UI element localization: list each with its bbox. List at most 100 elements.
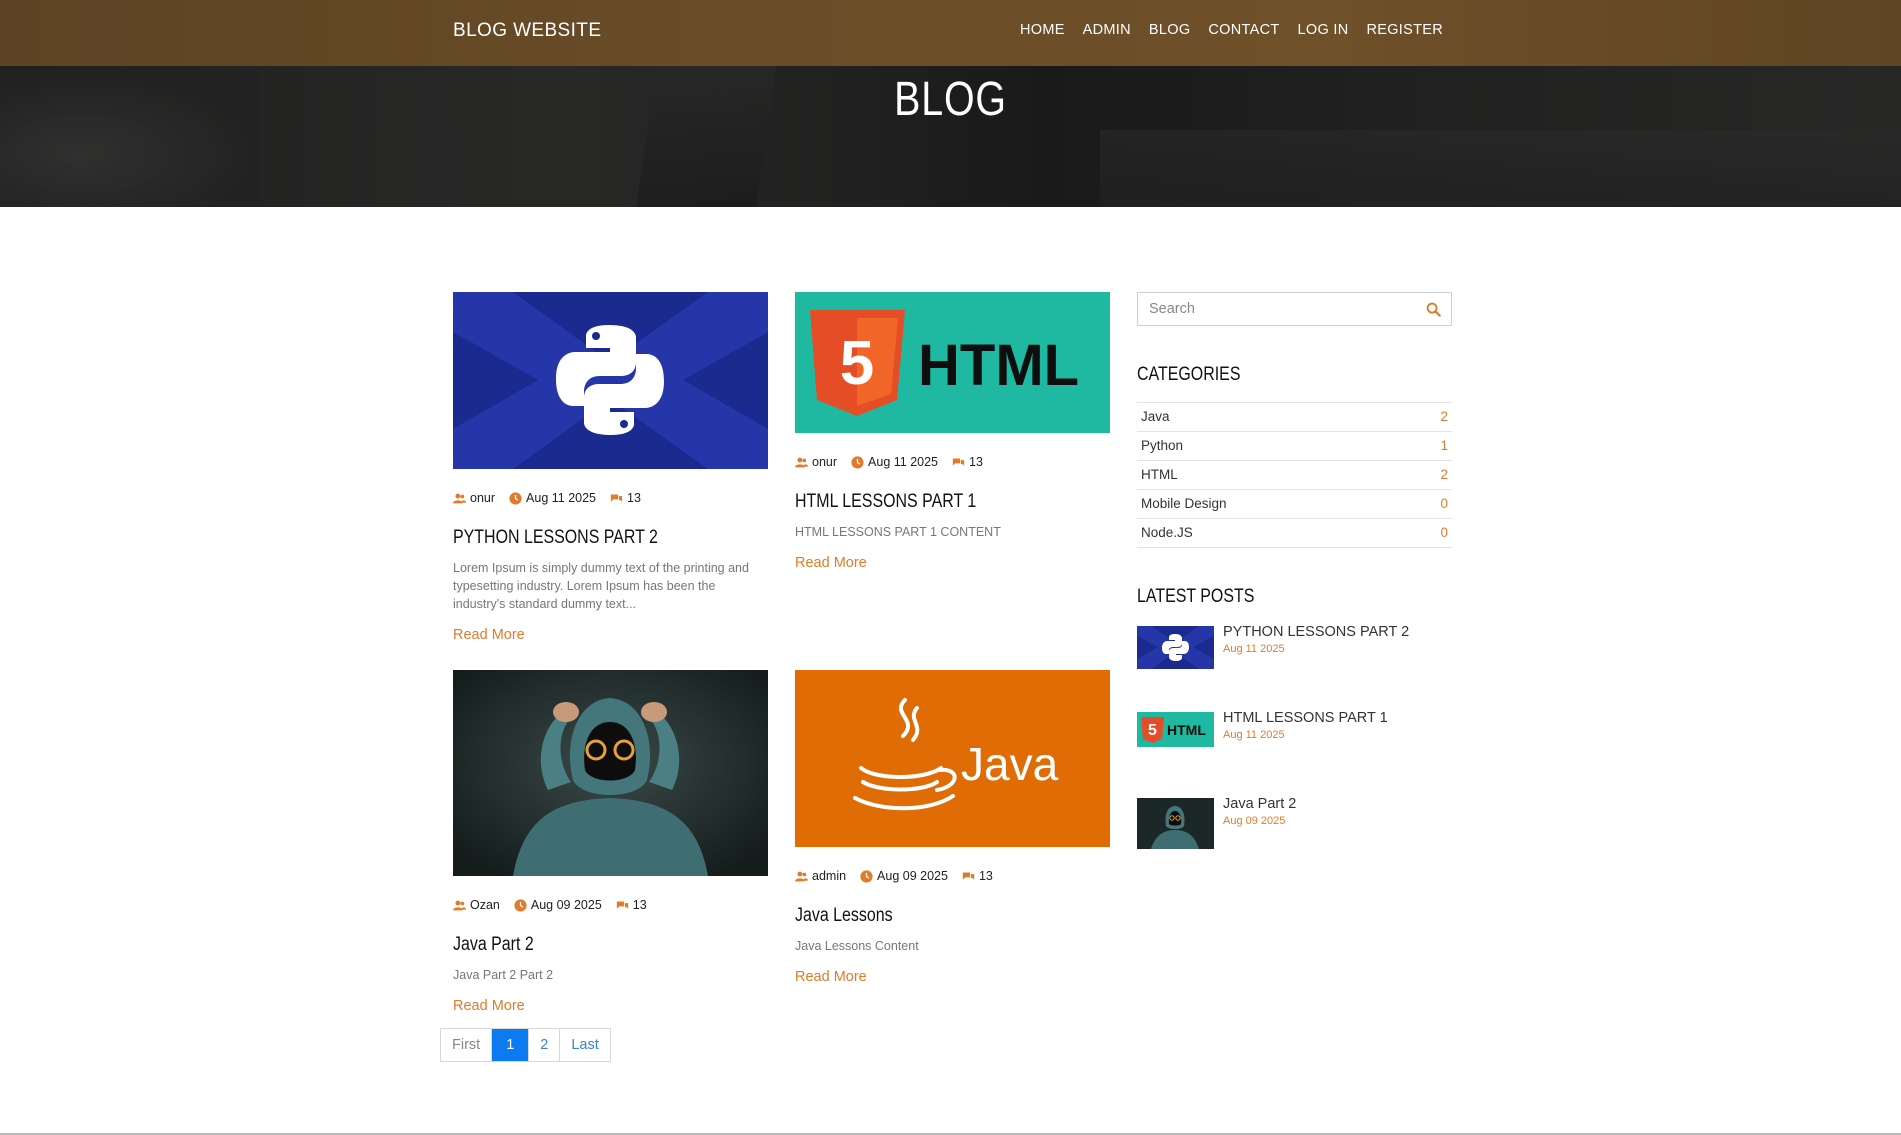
post-author: admin	[795, 869, 846, 883]
search-icon[interactable]	[1426, 302, 1441, 317]
latest-post-item[interactable]: PYTHON LESSONS PART 2 Aug 11 2025	[1137, 624, 1452, 712]
latest-post-item[interactable]: Java Part 2 Aug 09 2025	[1137, 796, 1452, 884]
nav-link-register[interactable]: REGISTER	[1366, 22, 1443, 38]
post-excerpt: HTML LESSONS PART 1 CONTENT	[795, 525, 1001, 539]
latest-post-title[interactable]: PYTHON LESSONS PART 2	[1223, 624, 1409, 640]
page-title: BLOG	[894, 73, 1007, 126]
categories-heading: CATEGORIES	[1137, 364, 1241, 385]
svg-text:5: 5	[1148, 722, 1157, 739]
pagination-first[interactable]: First	[441, 1029, 493, 1061]
post-card: 5 HTML onur Aug 11 2025 13 HTML LESSONS …	[795, 292, 1110, 571]
post-comments: 13	[952, 455, 983, 469]
category-count: 0	[1440, 496, 1448, 511]
post-date: Aug 09 2025	[860, 869, 948, 883]
category-count: 2	[1440, 467, 1448, 482]
comments-icon	[610, 493, 623, 502]
latest-post-date: Aug 09 2025	[1223, 815, 1286, 827]
category-count: 2	[1440, 409, 1448, 424]
read-more-link[interactable]: Read More	[453, 998, 525, 1014]
users-icon	[453, 493, 466, 503]
post-title[interactable]: Java Part 2	[453, 934, 718, 956]
clock-icon	[514, 898, 527, 912]
pagination-last[interactable]: Last	[560, 1029, 609, 1061]
post-comments: 13	[616, 898, 647, 912]
post-author: onur	[453, 491, 495, 505]
latest-post-thumbnail-html[interactable]: 5 HTML	[1137, 712, 1214, 747]
nav-link-admin[interactable]: ADMIN	[1083, 22, 1131, 38]
post-excerpt: Java Part 2 Part 2	[453, 968, 554, 982]
latest-post-thumbnail-hooded-figure[interactable]	[1137, 798, 1214, 849]
latest-posts-list: PYTHON LESSONS PART 2 Aug 11 2025 5 HTML…	[1137, 624, 1452, 884]
users-icon	[795, 457, 808, 467]
pagination: First 1 2 Last	[440, 1028, 611, 1062]
latest-post-title[interactable]: HTML LESSONS PART 1	[1223, 710, 1388, 726]
post-meta: admin Aug 09 2025 13	[795, 869, 1110, 883]
category-count: 1	[1440, 438, 1448, 453]
clock-icon	[851, 455, 864, 469]
search-input[interactable]	[1138, 293, 1451, 325]
comments-icon	[952, 457, 965, 466]
categories-list: Java 2 Python 1 HTML 2 Mobile Design 0 Node.…	[1137, 402, 1452, 548]
navbar: BLOG WEBSITE HOME ADMIN BLOG CONTACT LOG…	[0, 0, 1901, 66]
nav-link-blog[interactable]: BLOG	[1149, 22, 1191, 38]
users-icon	[453, 900, 466, 910]
comments-icon	[962, 871, 975, 880]
post-comments: 13	[962, 869, 993, 883]
comments-icon	[616, 900, 628, 909]
pagination-page-1[interactable]: 1	[492, 1029, 530, 1061]
category-item-html[interactable]: HTML 2	[1137, 461, 1452, 490]
html5-shield-icon: 5	[810, 310, 905, 416]
clock-icon	[860, 869, 873, 883]
sidebar: CATEGORIES Java2 Python1 HTML2 Mobile De…	[1137, 292, 1452, 884]
read-more-link[interactable]: Read More	[453, 627, 525, 643]
nav-link-home[interactable]: HOME	[1020, 22, 1065, 38]
post-date: Aug 09 2025	[514, 898, 602, 912]
post-thumbnail-java[interactable]: Java	[795, 670, 1110, 847]
category-item-nodejs[interactable]: Node.JS 0	[1137, 519, 1452, 548]
search-box	[1137, 292, 1452, 326]
html-logo-text: HTML	[918, 333, 1079, 398]
post-title[interactable]: Java Lessons	[795, 905, 1060, 927]
svg-text:5: 5	[840, 329, 874, 398]
svg-text:HTML: HTML	[1167, 722, 1206, 738]
post-author: Ozan	[453, 898, 500, 912]
latest-post-thumbnail-python[interactable]	[1137, 626, 1214, 669]
read-more-link[interactable]: Read More	[795, 555, 867, 571]
post-author: onur	[795, 455, 837, 469]
post-comments: 13	[610, 491, 641, 505]
clock-icon	[509, 491, 522, 505]
nav-link-login[interactable]: LOG IN	[1298, 22, 1349, 38]
post-excerpt: Java Lessons Content	[795, 939, 919, 953]
post-title[interactable]: HTML LESSONS PART 1	[795, 491, 1060, 513]
post-thumbnail-python[interactable]	[453, 292, 768, 469]
latest-posts-heading: LATEST POSTS	[1137, 586, 1255, 607]
nav-link-contact[interactable]: CONTACT	[1208, 22, 1279, 38]
read-more-link[interactable]: Read More	[795, 969, 867, 985]
java-logo-text: Java	[961, 738, 1059, 790]
latest-post-date: Aug 11 2025	[1223, 729, 1285, 741]
post-date: Aug 11 2025	[509, 491, 596, 505]
post-meta: Ozan Aug 09 2025 13	[453, 898, 768, 912]
category-item-python[interactable]: Python 1	[1137, 432, 1452, 461]
latest-post-item[interactable]: 5 HTML HTML LESSONS PART 1 Aug 11 2025	[1137, 710, 1452, 798]
post-thumbnail-hooded-figure[interactable]	[453, 670, 768, 876]
post-title[interactable]: PYTHON LESSONS PART 2	[453, 527, 718, 549]
brand-logo[interactable]: BLOG WEBSITE	[453, 20, 601, 42]
nav-menu: HOME ADMIN BLOG CONTACT LOG IN REGISTER	[1020, 22, 1443, 38]
hero-banner: BLOG WEBSITE HOME ADMIN BLOG CONTACT LOG…	[0, 0, 1901, 207]
post-card: Java admin Aug 09 2025 13 Java Lessons J…	[795, 670, 1110, 985]
category-item-java[interactable]: Java 2	[1137, 403, 1452, 432]
post-thumbnail-html[interactable]: 5 HTML	[795, 292, 1110, 433]
post-meta: onur Aug 11 2025 13	[795, 455, 1110, 469]
post-card: onur Aug 11 2025 13 PYTHON LESSONS PART …	[453, 292, 768, 643]
category-item-mobile-design[interactable]: Mobile Design 0	[1137, 490, 1452, 519]
pagination-page-2[interactable]: 2	[529, 1029, 561, 1061]
post-meta: onur Aug 11 2025 13	[453, 491, 768, 505]
users-icon	[795, 871, 808, 881]
post-excerpt: Lorem Ipsum is simply dummy text of the …	[453, 561, 749, 611]
latest-post-date: Aug 11 2025	[1223, 643, 1285, 655]
post-card: Ozan Aug 09 2025 13 Java Part 2 Java Par…	[453, 670, 768, 1014]
post-date: Aug 11 2025	[851, 455, 938, 469]
category-count: 0	[1440, 525, 1448, 540]
latest-post-title[interactable]: Java Part 2	[1223, 796, 1296, 812]
